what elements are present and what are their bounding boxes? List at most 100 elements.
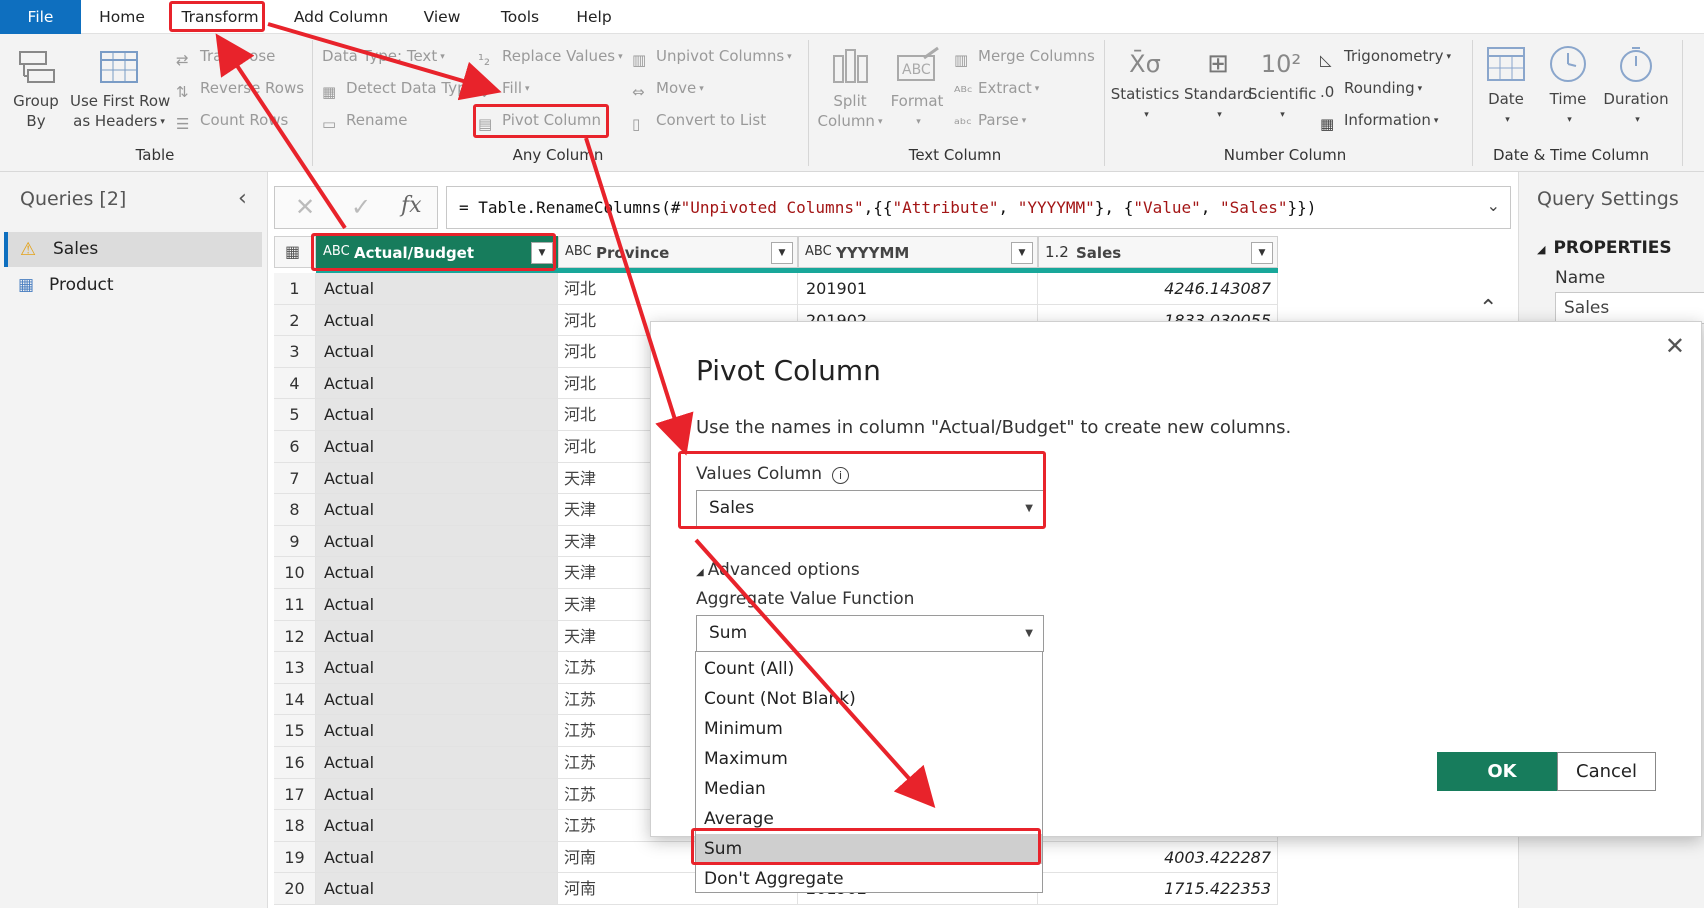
column-filter-dropdown[interactable]: ▼	[1011, 242, 1033, 264]
query-item-product[interactable]: ▦ Product	[4, 268, 262, 303]
tab-home[interactable]: Home	[92, 0, 152, 34]
cell-actual-budget[interactable]: Actual	[316, 273, 558, 305]
stopwatch-icon	[1620, 47, 1652, 82]
function-icon[interactable]: fx	[401, 193, 422, 218]
column-name: Province	[596, 244, 670, 262]
detect-data-type-button[interactable]: ▦ Detect Data Type	[322, 76, 476, 101]
tab-help[interactable]: Help	[572, 0, 616, 34]
column-header-yyyymm[interactable]: ABC YYYYMM ▼	[798, 236, 1038, 268]
option-maximum[interactable]: Maximum	[696, 744, 1042, 774]
unpivot-columns-button[interactable]: ▥ Unpivot Columns ▾	[632, 44, 792, 69]
option-count-not-blank[interactable]: Count (Not Blank)	[696, 684, 1042, 714]
tab-tools[interactable]: Tools	[494, 0, 546, 34]
rename-icon: ▭	[322, 114, 337, 133]
cell-actual-budget[interactable]: Actual	[316, 683, 558, 716]
close-icon[interactable]: ✕	[1665, 332, 1685, 360]
rounding-icon: .0	[1320, 82, 1335, 101]
use-first-row-button[interactable]: Use First Row as Headers ▾	[70, 48, 170, 132]
option-minimum[interactable]: Minimum	[696, 714, 1042, 744]
expand-formula-icon[interactable]: ⌄	[1487, 196, 1500, 215]
row-number: 1	[274, 273, 316, 305]
information-button[interactable]: ▦ Information ▾	[1320, 108, 1438, 133]
statistics-button[interactable]: X̄σ Statistics ▾	[1110, 44, 1180, 125]
cell-actual-budget[interactable]: Actual	[316, 652, 558, 684]
row-number: 3	[274, 336, 316, 368]
cell-actual-budget[interactable]: Actual	[316, 873, 558, 905]
cell-actual-budget[interactable]: Actual	[316, 462, 558, 495]
parse-button[interactable]: ᵃᵇᶜ Parse ▾	[954, 108, 1026, 133]
cell-sales[interactable]: 4246.143087	[1038, 273, 1278, 305]
group-by-button[interactable]: Group By	[8, 48, 64, 131]
collapse-pane-icon[interactable]: ‹	[238, 186, 247, 211]
data-type-dropdown[interactable]: Data Type: Text ▾	[322, 44, 445, 68]
tab-view[interactable]: View	[418, 0, 466, 34]
split-column-button[interactable]: Split Column ▾	[812, 46, 888, 132]
cell-province[interactable]: 河北	[558, 273, 798, 305]
column-header-sales[interactable]: 1.2 Sales ▼	[1038, 236, 1278, 268]
cancel-formula-icon[interactable]: ✕	[295, 193, 315, 221]
confirm-formula-icon[interactable]: ✓	[351, 193, 371, 221]
option-count-all[interactable]: Count (All)	[696, 654, 1042, 684]
merge-columns-button[interactable]: ▥ Merge Columns	[954, 44, 1095, 69]
cell-actual-budget[interactable]: Actual	[316, 557, 558, 589]
option-dont-aggregate[interactable]: Don't Aggregate	[696, 864, 1042, 894]
column-header-province[interactable]: ABC Province ▼	[558, 236, 798, 268]
reverse-rows-button[interactable]: ⇅ Reverse Rows	[176, 76, 304, 101]
cell-sales[interactable]: 4003.422287	[1038, 841, 1278, 874]
cell-actual-budget[interactable]: Actual	[316, 494, 558, 526]
cell-actual-budget[interactable]: Actual	[316, 431, 558, 463]
standard-label: Standard	[1184, 85, 1253, 103]
aggregate-function-select[interactable]: Sum ▼	[696, 615, 1044, 652]
scientific-button[interactable]: 10² Scientific ▾	[1248, 44, 1316, 125]
convert-to-list-button[interactable]: ▯ Convert to List	[632, 108, 766, 133]
cell-actual-budget[interactable]: Actual	[316, 367, 558, 400]
time-button[interactable]: Time ▾	[1540, 44, 1596, 130]
column-filter-dropdown[interactable]: ▼	[771, 242, 793, 264]
cell-actual-budget[interactable]: Actual	[316, 620, 558, 653]
tab-add-column[interactable]: Add Column	[288, 0, 394, 34]
ok-button[interactable]: OK	[1437, 752, 1567, 791]
collapse-triangle-icon: ◢	[696, 567, 704, 578]
trigonometry-button[interactable]: ◺ Trigonometry ▾	[1320, 44, 1451, 69]
cell-actual-budget[interactable]: Actual	[316, 399, 558, 431]
format-label: Format	[890, 92, 944, 110]
rename-button[interactable]: ▭ Rename	[322, 108, 408, 133]
name-input[interactable]: Sales	[1555, 292, 1704, 324]
cell-actual-budget[interactable]: Actual	[316, 715, 558, 747]
option-median[interactable]: Median	[696, 774, 1042, 804]
count-rows-button[interactable]: ☰ Count Rows	[176, 108, 288, 133]
advanced-options-toggle[interactable]: ◢ Advanced options	[696, 560, 860, 580]
cell-actual-budget[interactable]: Actual	[316, 810, 558, 842]
date-button[interactable]: Date ▾	[1478, 44, 1534, 130]
fill-button[interactable]: ↓ Fill ▾	[478, 76, 530, 101]
cell-sales[interactable]: 1715.422353	[1038, 873, 1278, 905]
row-number: 19	[274, 841, 316, 874]
rounding-button[interactable]: .0 Rounding ▾	[1320, 76, 1422, 101]
format-button[interactable]: ABC Format ▾	[884, 46, 950, 132]
extract-button[interactable]: ᴬᴮᶜ Extract ▾	[954, 76, 1039, 101]
cell-actual-budget[interactable]: Actual	[316, 589, 558, 621]
formula-input[interactable]: = Table.RenameColumns(#"Unpivoted Column…	[446, 186, 1511, 229]
duration-button[interactable]: Duration ▾	[1598, 44, 1674, 130]
scroll-up-icon[interactable]: ⌃	[1479, 296, 1497, 321]
cell-actual-budget[interactable]: Actual	[316, 841, 558, 874]
cell-actual-budget[interactable]: Actual	[316, 304, 558, 337]
cancel-button[interactable]: Cancel	[1557, 752, 1656, 791]
date-label: Date	[1488, 90, 1524, 108]
query-item-sales[interactable]: ⚠ Sales	[4, 232, 262, 267]
column-filter-dropdown[interactable]: ▼	[1251, 242, 1273, 264]
group-by-label-1: Group	[13, 92, 59, 110]
cell-actual-budget[interactable]: Actual	[316, 336, 558, 368]
ribbon-separator	[1472, 40, 1473, 166]
row-number: 20	[274, 873, 316, 905]
cell-actual-budget[interactable]: Actual	[316, 747, 558, 779]
cell-actual-budget[interactable]: Actual	[316, 525, 558, 558]
cell-actual-budget[interactable]: Actual	[316, 778, 558, 811]
move-button[interactable]: ⇔ Move ▾	[632, 76, 704, 101]
tab-file[interactable]: File	[0, 0, 81, 34]
standard-button[interactable]: ⊞ Standard ▾	[1184, 44, 1252, 125]
table-menu-button[interactable]: ▦	[274, 236, 316, 268]
cell-yyyymm[interactable]: 201901	[798, 273, 1038, 305]
replace-values-button[interactable]: ¹₂ Replace Values ▾	[478, 44, 623, 69]
transpose-button[interactable]: ⇄ Transpose	[176, 44, 275, 69]
